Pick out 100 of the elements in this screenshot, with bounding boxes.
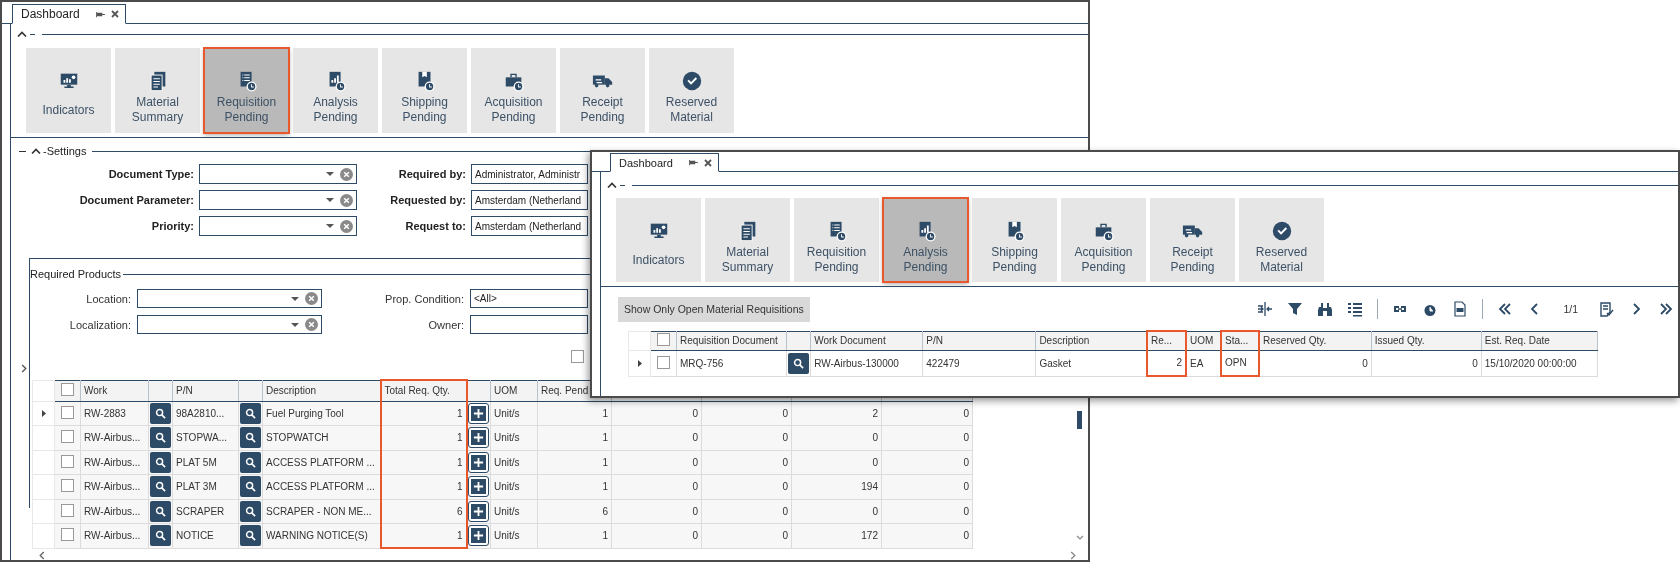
table-cell: ACCESS PLATFORM ... [262, 474, 381, 499]
first-page-icon[interactable] [1497, 301, 1514, 317]
dashboard-tile[interactable]: Analysis Pending [883, 198, 968, 282]
dropdown-arrow-icon[interactable] [326, 198, 334, 202]
plus-icon [473, 432, 485, 444]
chevron-left-icon[interactable] [39, 551, 45, 560]
column-header: Work [80, 380, 149, 401]
checkbox[interactable] [61, 405, 74, 419]
column-header: Reserved Qty. [1259, 331, 1372, 350]
checkbox[interactable] [61, 479, 74, 493]
dashboard-tile[interactable]: Acquisition Pending [471, 48, 556, 133]
search-icon [245, 432, 256, 444]
dashboard-tile[interactable]: Acquisition Pending [1061, 198, 1146, 282]
table-cell: 0 [611, 523, 702, 548]
dashboard-tile[interactable]: Material Summary [115, 48, 200, 133]
split-columns-icon[interactable] [1257, 301, 1274, 317]
checkbox[interactable] [61, 528, 74, 542]
table-cell: SCRAPER - NON ME... [262, 499, 381, 524]
dropdown-field[interactable] [199, 216, 357, 236]
checkbox[interactable] [61, 454, 74, 468]
caret-icon[interactable] [607, 182, 617, 188]
checkbox[interactable] [657, 355, 670, 369]
dashboard-tile[interactable]: Receipt Pending [560, 48, 645, 133]
binoculars-icon[interactable] [1317, 301, 1334, 317]
table-cell: STOPWATCH [262, 425, 381, 450]
column-header: Est. Req. Date [1481, 331, 1598, 350]
dashboard-tile[interactable]: Indicators [26, 48, 111, 133]
list-icon[interactable] [1347, 301, 1364, 317]
table-cell: WARNING NOTICE(S) [262, 523, 381, 548]
filter-toggle-button[interactable]: Show Only Open Material Requisitions [618, 296, 810, 322]
pin-icon[interactable] [95, 10, 105, 18]
dropdown-field[interactable] [137, 315, 322, 334]
checkbox[interactable] [571, 349, 584, 363]
table-cell: MRQ-756 [676, 350, 787, 376]
table-cell: 422479 [922, 350, 1036, 376]
column-header: Work Document [810, 331, 923, 350]
search-icon [245, 481, 256, 493]
text-field[interactable]: Amsterdam (Netherland [471, 190, 588, 210]
checkbox[interactable] [657, 333, 670, 346]
plus-icon [473, 530, 485, 542]
dropdown-field[interactable] [199, 190, 357, 210]
clear-icon[interactable] [305, 318, 318, 331]
table-cell: 194 [791, 474, 882, 499]
dashboard-tile[interactable]: Material Summary [705, 198, 790, 282]
document-tab[interactable]: Dashboard [610, 153, 719, 172]
dashboard-tile[interactable]: Analysis Pending [293, 48, 378, 133]
dashboard-tile[interactable]: Requisition Pending [204, 48, 289, 133]
dropdown-arrow-icon[interactable] [291, 296, 299, 301]
dashboard-tile[interactable]: Shipping Pending [382, 48, 467, 133]
dashboard-tile[interactable]: Shipping Pending [972, 198, 1057, 282]
text-field[interactable]: <All> [470, 289, 588, 308]
dashboard-tile[interactable]: Indicators [616, 198, 701, 282]
clear-icon[interactable] [340, 193, 353, 207]
close-icon[interactable] [703, 158, 712, 167]
table-cell: 2 [1147, 350, 1186, 376]
column-header: Sta... [1221, 331, 1260, 350]
text-field[interactable]: Administrator, Administr [471, 164, 588, 184]
column-header: P/N [922, 331, 1036, 350]
caret-icon[interactable] [31, 148, 41, 154]
dropdown-field[interactable] [137, 289, 322, 308]
table-cell: 15/10/2020 00:00:00 [1481, 350, 1598, 376]
dropdown-field[interactable] [199, 164, 357, 184]
chevron-right-icon[interactable] [21, 364, 27, 373]
plus-icon [473, 407, 485, 419]
field-label: Prop. Condition: [384, 291, 464, 307]
current-row-icon [637, 359, 642, 367]
clipboard-check-icon[interactable] [1598, 301, 1614, 317]
clear-icon[interactable] [340, 167, 353, 181]
clear-icon[interactable] [340, 219, 353, 233]
search-icon [155, 456, 166, 468]
pin-icon[interactable] [688, 159, 698, 166]
dropdown-arrow-icon[interactable] [326, 172, 334, 176]
search-icon [155, 530, 166, 542]
close-icon[interactable] [110, 10, 119, 18]
field-label: Location: [85, 291, 131, 307]
table-cell: 1 [380, 474, 467, 499]
checkbox[interactable] [61, 430, 74, 444]
dashboard-tile[interactable]: Requisition Pending [794, 198, 879, 282]
dropdown-arrow-icon[interactable] [326, 224, 334, 228]
spreadsheet-file-icon[interactable] [1452, 301, 1469, 317]
last-page-icon[interactable] [1658, 301, 1674, 317]
dashboard-tile[interactable]: Receipt Pending [1150, 198, 1235, 282]
clear-icon[interactable] [305, 292, 318, 305]
column-header: Description [262, 380, 381, 401]
text-field[interactable] [470, 315, 588, 334]
filter-icon[interactable] [1287, 301, 1304, 317]
field-label: Request to: [404, 219, 466, 234]
table-cell: 1 [380, 401, 467, 426]
column-header: UOM [490, 380, 538, 401]
dashboard-tile[interactable]: Reserved Material [1239, 198, 1324, 282]
dropdown-arrow-icon[interactable] [291, 322, 299, 327]
table-cell: 0 [701, 474, 792, 499]
caret-icon[interactable] [17, 31, 27, 37]
dashboard-tile[interactable]: Reserved Material [649, 48, 734, 133]
document-tab[interactable]: Dashboard [12, 4, 126, 24]
text-field[interactable]: Amsterdam (Netherland [471, 216, 588, 236]
checkbox[interactable] [61, 503, 74, 517]
table-cell: 0 [881, 450, 973, 475]
checkbox[interactable] [61, 383, 74, 396]
table-cell: 0 [881, 474, 973, 499]
